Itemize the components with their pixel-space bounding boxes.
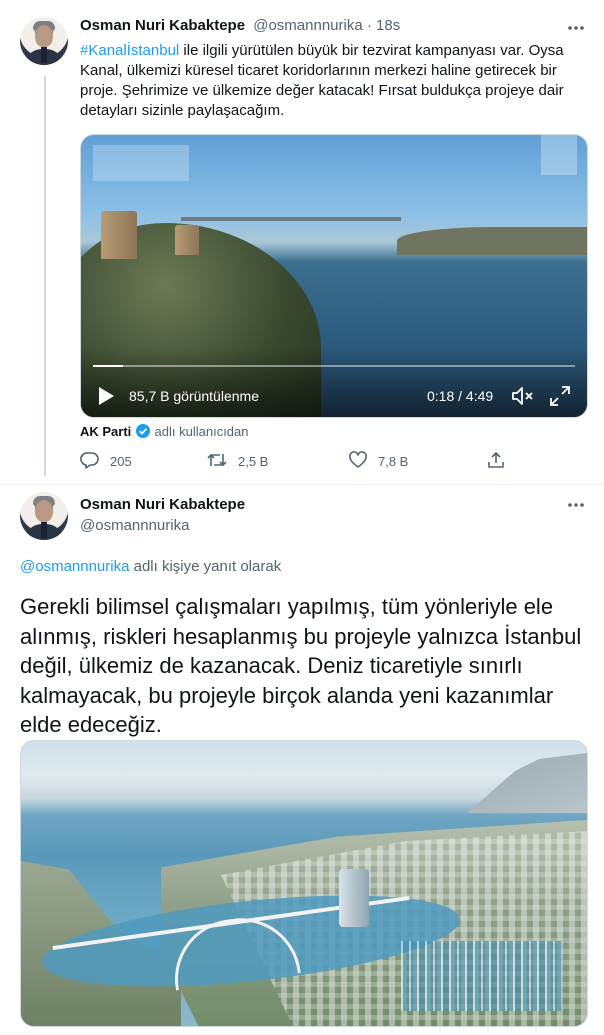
tweet-time[interactable]: 18s xyxy=(376,17,400,34)
attribution-account[interactable]: AK Parti xyxy=(80,424,131,439)
attribution-suffix: adlı kullanıcıdan xyxy=(154,424,249,439)
retweet-count: 2,5 B xyxy=(238,453,269,469)
fullscreen-icon[interactable] xyxy=(549,385,571,407)
like-count: 7,8 B xyxy=(378,453,409,469)
share-icon xyxy=(486,450,516,473)
tweet-image[interactable] xyxy=(20,740,588,1027)
author-avatar[interactable] xyxy=(20,492,68,540)
video-time: 0:18 / 4:49 xyxy=(427,388,494,404)
hashtag-link[interactable]: #Kanalİstanbul xyxy=(80,42,179,59)
video-attribution: AK Parti adlı kullanıcıdan xyxy=(80,423,249,442)
share-button[interactable] xyxy=(486,450,516,472)
tweet-text: Gerekli bilimsel çalışmaları yapılmış, t… xyxy=(20,594,582,737)
video-progress-bar[interactable] xyxy=(93,365,575,367)
video-view-count: 85,7 B görüntülenme xyxy=(129,388,259,404)
reply-context: @osmannnurika adlı kişiye yanıt olarak xyxy=(20,558,281,575)
reply-to-handle[interactable]: @osmannnurika xyxy=(20,558,129,575)
mute-icon[interactable] xyxy=(511,385,535,407)
more-icon[interactable] xyxy=(566,18,586,38)
more-icon[interactable] xyxy=(566,495,586,515)
tweet-header: Osman Nuri Kabaktepe @osmannnurika · 18s xyxy=(80,17,400,34)
verified-icon xyxy=(135,423,151,442)
time-separator: · xyxy=(366,17,372,34)
author-handle[interactable]: @osmannnurika xyxy=(253,17,362,34)
reply-button[interactable]: 205 xyxy=(80,450,132,472)
thread-connector xyxy=(44,76,46,476)
author-avatar[interactable] xyxy=(20,17,68,65)
reply-to-suffix: adlı kişiye yanıt olarak xyxy=(129,558,282,575)
play-icon[interactable] xyxy=(95,385,117,407)
retweet-icon xyxy=(206,450,238,473)
author-name[interactable]: Osman Nuri Kabaktepe xyxy=(80,496,245,513)
video-player[interactable]: 85,7 B görüntülenme 0:18 / 4:49 xyxy=(80,134,588,418)
author-handle[interactable]: @osmannnurika xyxy=(80,517,189,534)
author-name[interactable]: Osman Nuri Kabaktepe xyxy=(80,17,245,34)
like-icon xyxy=(348,450,378,473)
retweet-button[interactable]: 2,5 B xyxy=(206,450,268,472)
reply-count: 205 xyxy=(110,453,132,469)
tweet-text: #Kanalİstanbul ile ilgili yürütülen büyü… xyxy=(80,41,585,121)
tweet-divider xyxy=(0,484,604,485)
reply-icon xyxy=(80,450,110,473)
like-button[interactable]: 7,8 B xyxy=(348,450,408,472)
